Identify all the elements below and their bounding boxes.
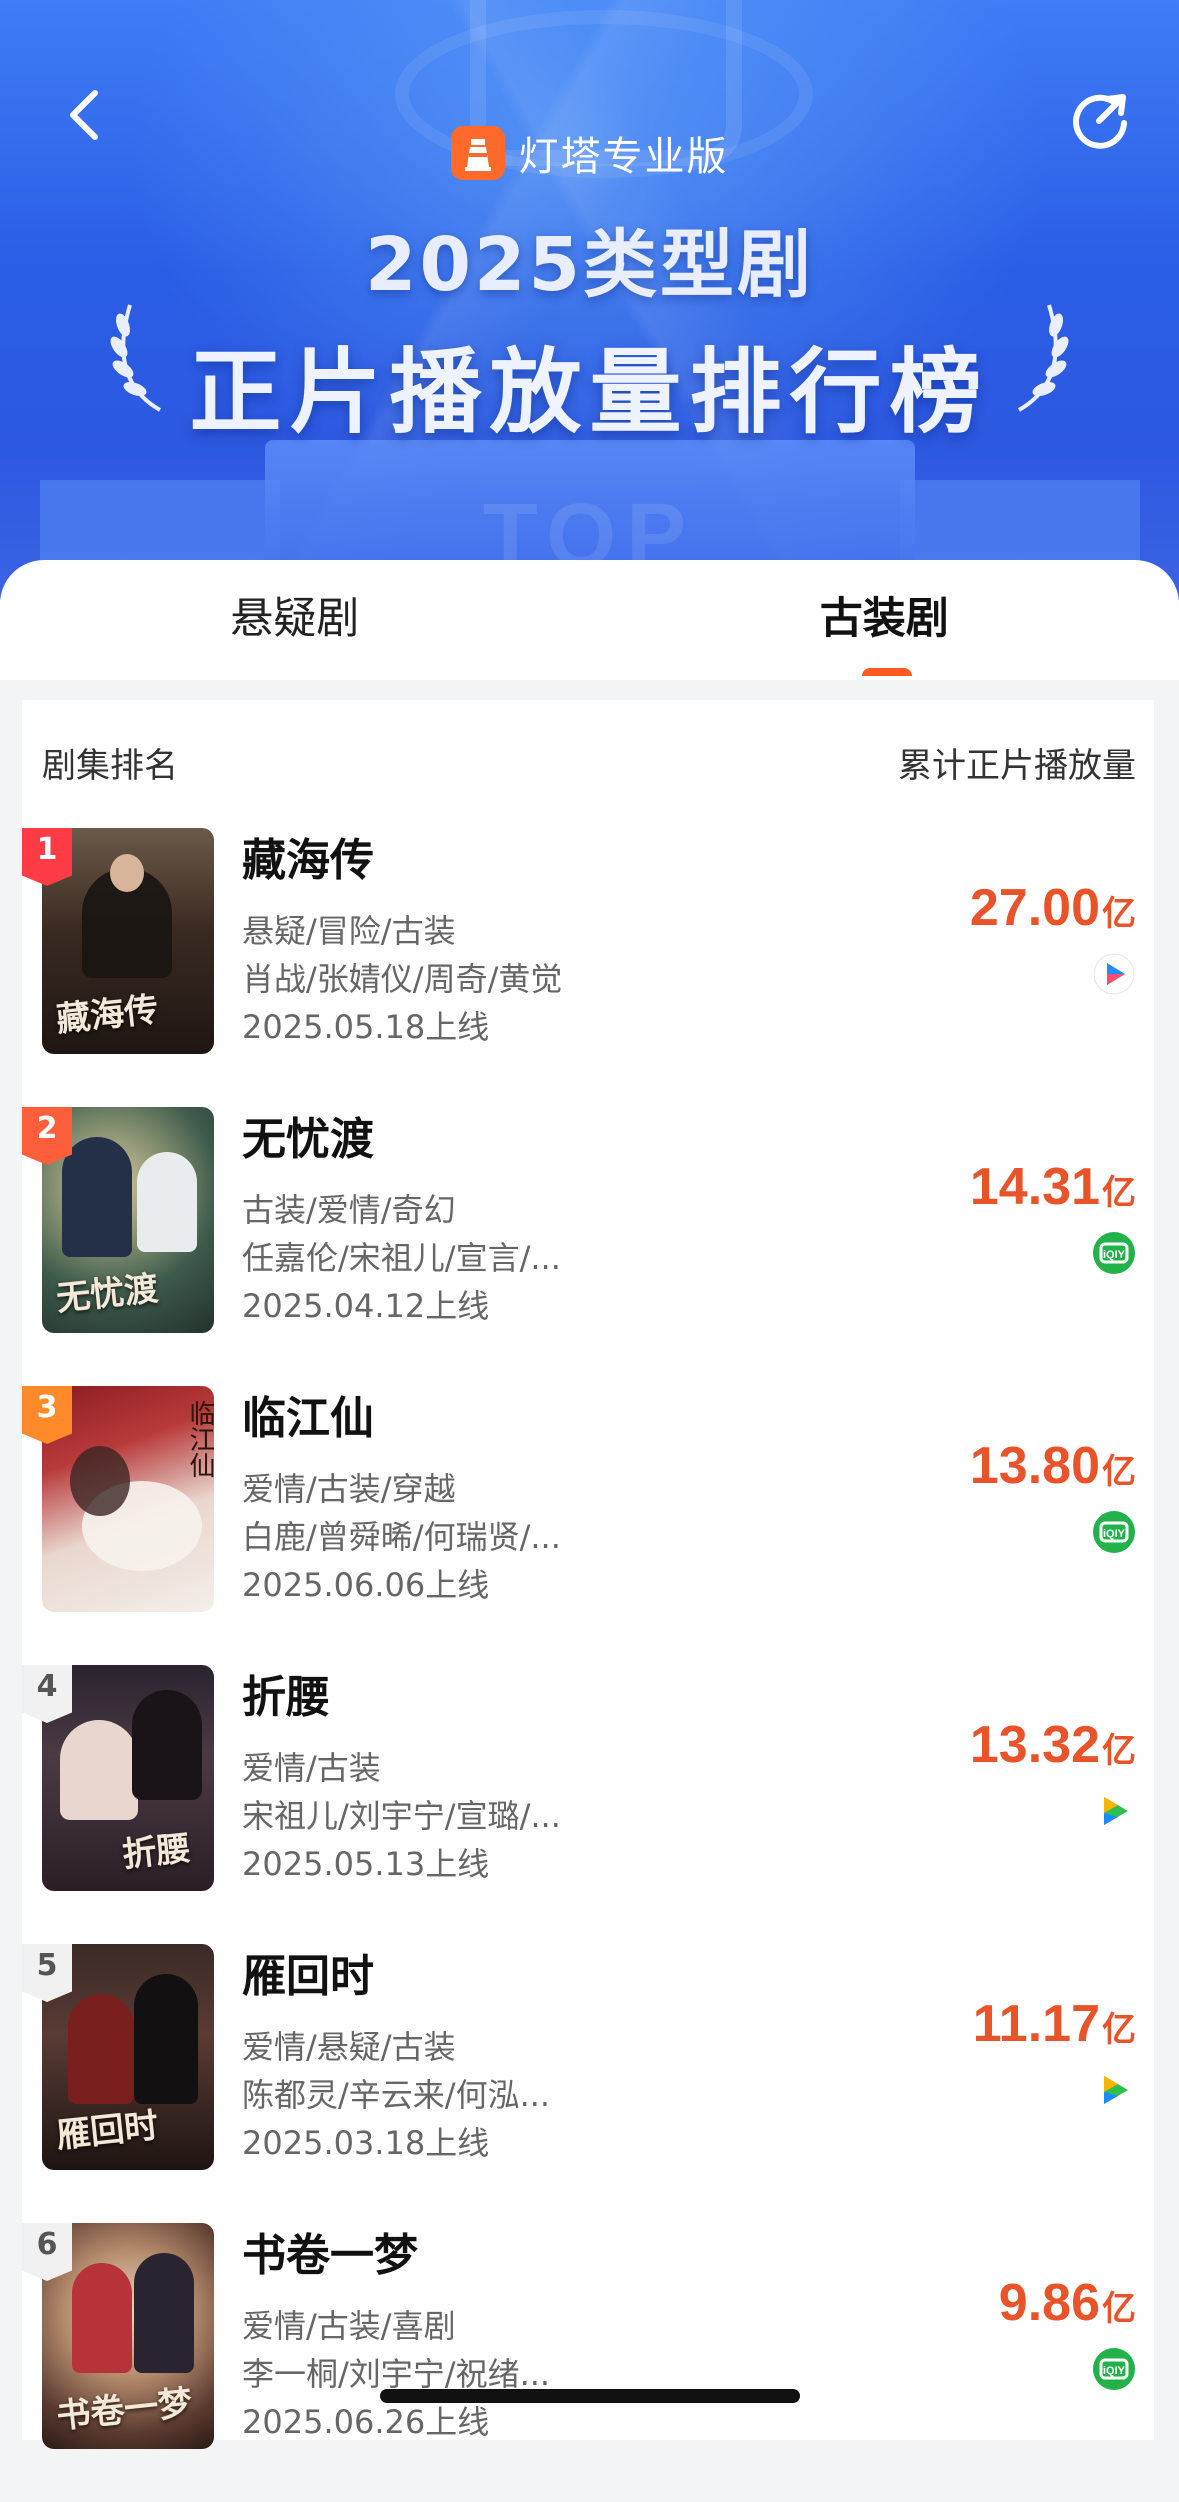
play-count-unit: 亿 — [1102, 895, 1136, 933]
poster-title-art: 折腰 — [120, 1821, 193, 1877]
poster-title-art: 临江仙 — [182, 1400, 214, 1478]
laurel-right-icon — [1004, 295, 1074, 415]
rank-badge: 6 — [22, 2223, 72, 2281]
list-item[interactable]: 无忧渡 2 无忧渡 古装/爱情/奇幻 任嘉伦/宋祖儿/宣言/... 2025.0… — [22, 1107, 1154, 1386]
play-count-unit: 亿 — [1102, 1174, 1136, 1212]
list-item[interactable]: 折腰 4 折腰 爱情/古装 宋祖儿/刘宇宁/宣璐/... 2025.05.13上… — [22, 1665, 1154, 1944]
youku-icon — [1092, 952, 1136, 996]
rank-badge: 5 — [22, 1944, 72, 2002]
category-tabs: 悬疑剧 古装剧 — [0, 560, 1179, 680]
lighthouse-logo-icon — [451, 126, 505, 180]
drama-title: 临江仙 — [242, 1382, 374, 1446]
play-count-unit: 亿 — [1102, 1453, 1136, 1491]
drama-title: 藏海传 — [242, 824, 374, 888]
svg-text:iQIY: iQIY — [1103, 1249, 1126, 1261]
play-count-unit: 亿 — [1102, 1732, 1136, 1770]
drama-cast: 陈都灵/辛云来/何泓... — [242, 2070, 550, 2116]
drama-genres: 古装/爱情/奇幻 — [242, 1185, 456, 1231]
play-count: 27.00亿 — [970, 878, 1136, 938]
list-column-header: 剧集排名 累计正片播放量 — [22, 700, 1154, 825]
iqiyi-icon: iQIY — [1092, 2347, 1136, 2391]
release-date: 2025.04.12上线 — [242, 1281, 489, 1327]
play-count-value: 13.32 — [970, 1716, 1100, 1774]
list-item[interactable]: 藏海传 1 藏海传 悬疑/冒险/古装 肖战/张婧仪/周奇/黄觉 2025.05.… — [22, 828, 1154, 1107]
drama-cast: 白鹿/曾舜晞/何瑞贤/... — [242, 1512, 561, 1558]
play-count-value: 9.86 — [999, 2274, 1100, 2332]
release-date: 2025.05.13上线 — [242, 1839, 489, 1885]
play-count-value: 13.80 — [970, 1437, 1100, 1495]
tencent-video-icon — [1092, 1789, 1136, 1833]
play-count: 13.32亿 — [970, 1715, 1136, 1775]
release-date: 2025.06.26上线 — [242, 2397, 489, 2443]
drama-cast: 宋祖儿/刘宇宁/宣璐/... — [242, 1791, 561, 1837]
drama-title: 雁回时 — [242, 1940, 374, 2004]
list-item[interactable]: 书卷一梦 6 书卷一梦 爱情/古装/喜剧 李一桐/刘宇宁/祝绪... 2025.… — [22, 2223, 1154, 2502]
play-count-unit: 亿 — [1102, 2011, 1136, 2049]
drama-cast: 肖战/张婧仪/周奇/黄觉 — [242, 954, 562, 1000]
play-count: 9.86亿 — [999, 2273, 1136, 2333]
release-date: 2025.03.18上线 — [242, 2118, 489, 2164]
list-item[interactable]: 临江仙 3 临江仙 爱情/古装/穿越 白鹿/曾舜晞/何瑞贤/... 2025.0… — [22, 1386, 1154, 1665]
svg-text:iQIY: iQIY — [1103, 2365, 1126, 2377]
rank-badge: 2 — [22, 1107, 72, 1165]
drama-genres: 爱情/古装/穿越 — [242, 1464, 456, 1510]
rank-badge: 1 — [22, 828, 72, 886]
play-count-value: 27.00 — [970, 879, 1100, 937]
release-date: 2025.05.18上线 — [242, 1002, 489, 1048]
tencent-video-icon — [1092, 2068, 1136, 2112]
drama-cast: 任嘉伦/宋祖儿/宣言/... — [242, 1233, 561, 1279]
brand: 灯塔专业版 — [0, 124, 1179, 182]
column-rank-label: 剧集排名 — [42, 738, 178, 787]
page-title-line1: 2025类型剧 — [0, 205, 1179, 312]
drama-genres: 爱情/古装 — [242, 1743, 381, 1789]
ranking-list: 剧集排名 累计正片播放量 藏海传 1 藏海传 悬疑/冒险/古装 肖战/张婧仪/周… — [22, 700, 1154, 2440]
play-count-value: 14.31 — [970, 1158, 1100, 1216]
drama-title: 书卷一梦 — [242, 2219, 418, 2283]
play-count: 13.80亿 — [970, 1436, 1136, 1496]
iqiyi-icon: iQIY — [1092, 1510, 1136, 1554]
svg-text:iQIY: iQIY — [1103, 1528, 1126, 1540]
header-banner: TOP 灯塔专业版 2025类型剧 正片播放量排行榜 — [0, 0, 1179, 600]
play-count-unit: 亿 — [1102, 2290, 1136, 2328]
play-count: 14.31亿 — [970, 1157, 1136, 1217]
play-count-value: 11.17 — [973, 1995, 1100, 2053]
home-indicator[interactable] — [380, 2389, 800, 2403]
tab-costume[interactable]: 古装剧 — [590, 560, 1179, 680]
rank-badge: 4 — [22, 1665, 72, 1723]
drama-genres: 爱情/古装/喜剧 — [242, 2301, 456, 2347]
drama-genres: 爱情/悬疑/古装 — [242, 2022, 456, 2068]
play-count: 11.17亿 — [973, 1994, 1136, 2054]
column-plays-label: 累计正片播放量 — [898, 738, 1136, 787]
page-title-line2: 正片播放量排行榜 — [0, 318, 1179, 451]
tab-suspense[interactable]: 悬疑剧 — [0, 560, 590, 680]
active-tab-indicator — [862, 668, 912, 676]
drama-title: 无忧渡 — [242, 1103, 374, 1167]
list-item[interactable]: 雁回时 5 雁回时 爱情/悬疑/古装 陈都灵/辛云来/何泓... 2025.03… — [22, 1944, 1154, 2223]
iqiyi-icon: iQIY — [1092, 1231, 1136, 1275]
release-date: 2025.06.06上线 — [242, 1560, 489, 1606]
rank-badge: 3 — [22, 1386, 72, 1444]
drama-title: 折腰 — [242, 1661, 330, 1725]
brand-name: 灯塔专业版 — [519, 124, 729, 182]
drama-genres: 悬疑/冒险/古装 — [242, 906, 456, 952]
